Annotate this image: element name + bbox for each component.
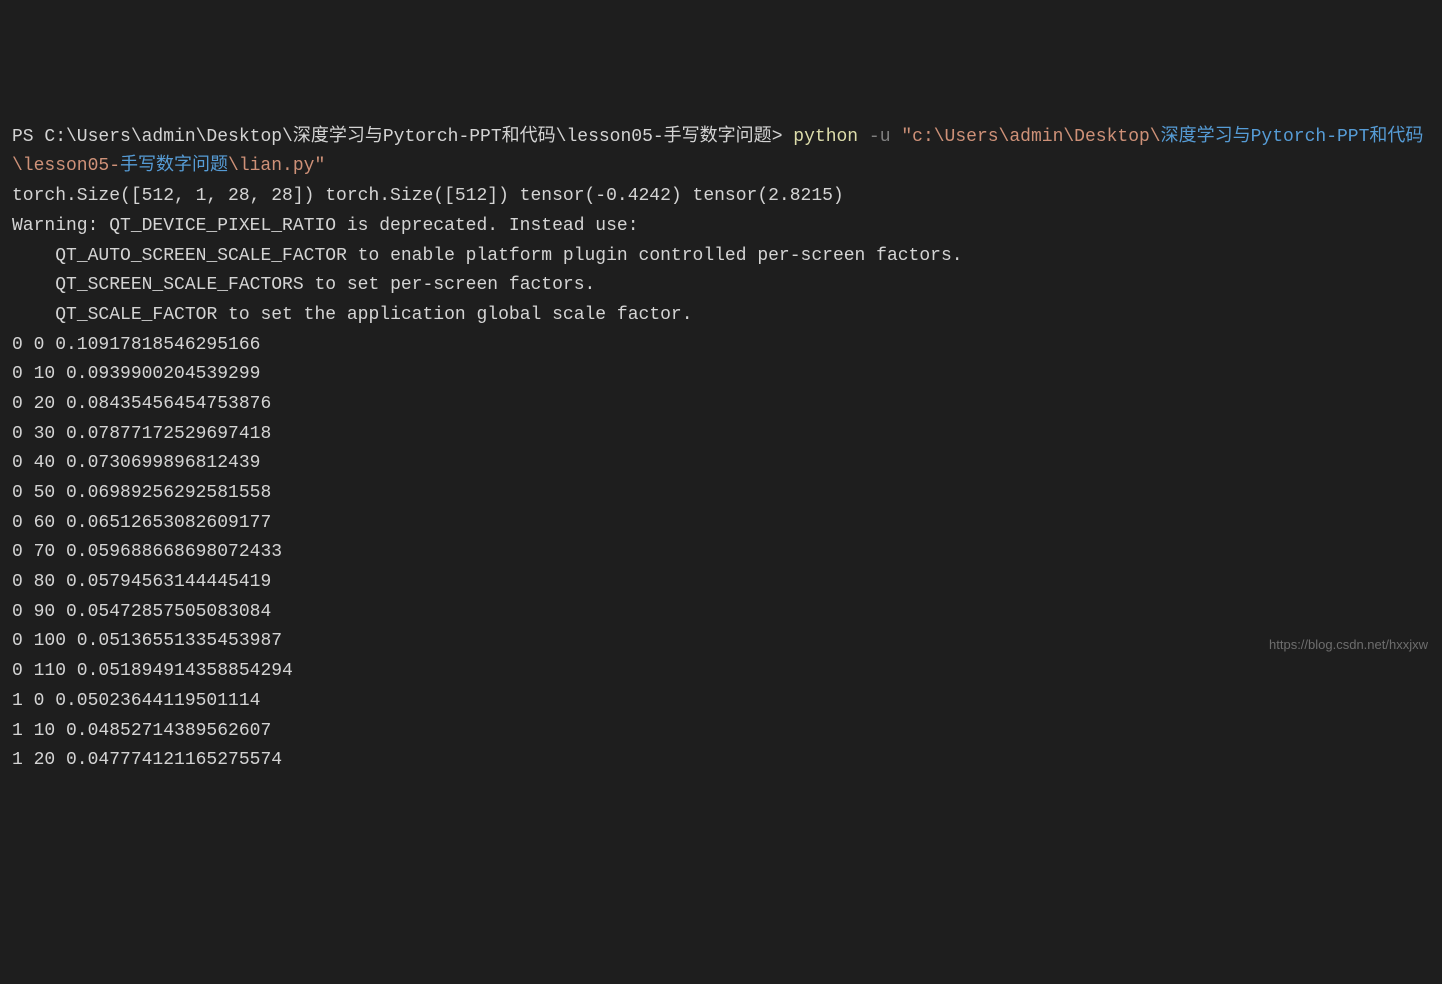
cmd-path-seg2: op\: [1128, 127, 1160, 147]
watermark-text: https://blog.csdn.net/hxxjxw: [1269, 634, 1428, 655]
loss-line-12: 1 0 0.05023644119501114: [12, 691, 260, 711]
ps-prefix: PS: [12, 127, 44, 147]
loss-line-13: 1 10 0.04852714389562607: [12, 721, 271, 741]
loss-line-1: 0 10 0.0939900204539299: [12, 364, 260, 384]
cmd-flag: -u: [858, 127, 901, 147]
prompt-gt: >: [772, 127, 794, 147]
warning-line-2: QT_SCREEN_SCALE_FACTORS to set per-scree…: [12, 275, 595, 295]
loss-line-3: 0 30 0.07877172529697418: [12, 424, 271, 444]
warning-line-0: Warning: QT_DEVICE_PIXEL_RATIO is deprec…: [12, 216, 639, 236]
loss-line-11: 0 110 0.051894914358854294: [12, 661, 293, 681]
loss-line-5: 0 50 0.06989256292581558: [12, 483, 271, 503]
loss-line-9: 0 90 0.05472857505083084: [12, 602, 271, 622]
loss-line-8: 0 80 0.05794563144445419: [12, 572, 271, 592]
warning-line-1: QT_AUTO_SCREEN_SCALE_FACTOR to enable pl…: [12, 246, 963, 266]
terminal-output[interactable]: PS C:\Users\admin\Desktop\深度学习与Pytorch-P…: [12, 123, 1430, 776]
cmd-path-seg3: \lesson05-: [12, 156, 120, 176]
warning-line-3: QT_SCALE_FACTOR to set the application g…: [12, 305, 693, 325]
loss-line-6: 0 60 0.06512653082609177: [12, 513, 271, 533]
loss-line-4: 0 40 0.0730699896812439: [12, 453, 260, 473]
cmd-path-quote-close: ": [314, 156, 325, 176]
prompt-line: PS C:\Users\admin\Desktop\深度学习与Pytorch-P…: [12, 127, 1423, 177]
tensor-output: torch.Size([512, 1, 28, 28]) torch.Size(…: [12, 186, 844, 206]
loss-line-2: 0 20 0.08435456454753876: [12, 394, 271, 414]
cwd-path: C:\Users\admin\Desktop\深度学习与Pytorch-PPT和…: [44, 127, 771, 147]
cmd-path-seg1: c:\Users\admin\Deskt: [912, 127, 1128, 147]
cmd-python: python: [793, 127, 858, 147]
cmd-path-cjk1: 深度学习与Pytorch-PPT和代码: [1161, 127, 1424, 147]
cmd-path-seg4: \lian.py: [228, 156, 314, 176]
loss-line-14: 1 20 0.047774121165275574: [12, 750, 282, 770]
cmd-path-quote-open: ": [901, 127, 912, 147]
loss-line-10: 0 100 0.05136551335453987: [12, 631, 282, 651]
loss-line-7: 0 70 0.059688668698072433: [12, 542, 282, 562]
loss-line-0: 0 0 0.10917818546295166: [12, 335, 260, 355]
cmd-path-cjk2: 手写数字问题: [120, 156, 228, 176]
